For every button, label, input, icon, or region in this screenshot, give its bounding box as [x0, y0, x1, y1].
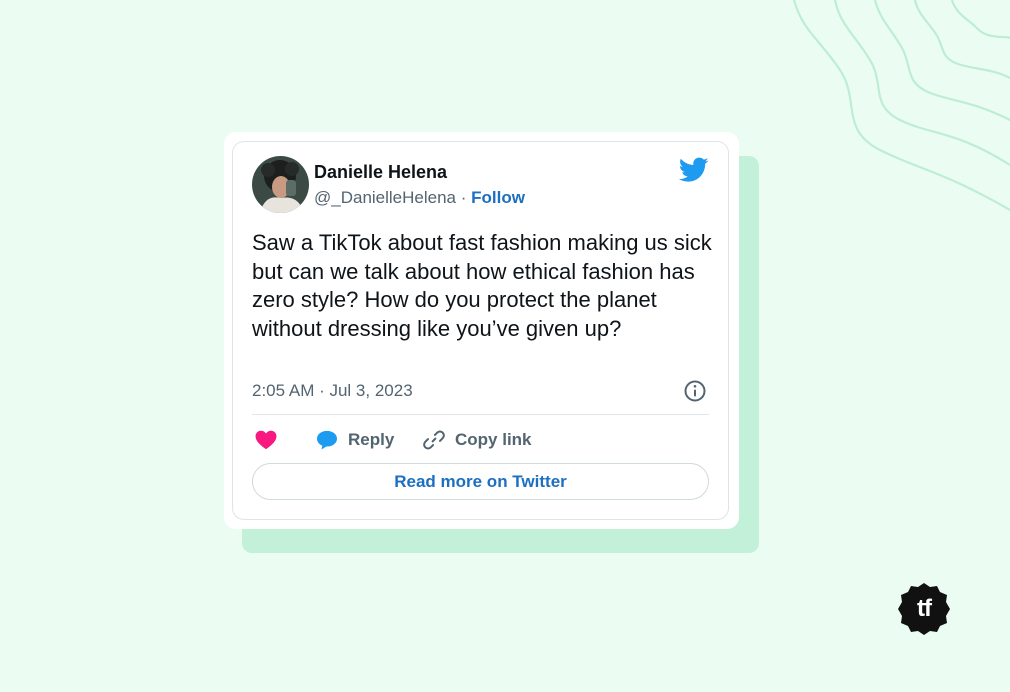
author-handle-row: @_DanielleHelena · Follow — [314, 188, 525, 208]
badge-text: tf — [917, 595, 932, 622]
reply-label: Reply — [348, 430, 395, 449]
divider — [252, 414, 709, 415]
copy-link-button[interactable]: Copy link — [423, 425, 532, 455]
author-handle[interactable]: @_DanielleHelena — [314, 188, 456, 207]
copy-link-label: Copy link — [455, 430, 532, 449]
avatar-photo-icon — [252, 156, 309, 213]
author-name[interactable]: Danielle Helena — [314, 162, 447, 183]
twitter-bird-icon[interactable] — [679, 157, 709, 183]
follow-link[interactable]: Follow — [471, 188, 525, 207]
tweet-timestamp[interactable]: 2:05 AM · Jul 3, 2023 — [252, 381, 413, 401]
separator-dot: · — [460, 188, 467, 207]
reply-button[interactable]: Reply — [316, 425, 394, 455]
heart-icon — [255, 430, 277, 450]
tweet-text: Saw a TikTok about fast fashion making u… — [252, 230, 712, 341]
tf-logo-badge[interactable]: tf — [897, 582, 951, 636]
like-button[interactable] — [255, 425, 277, 455]
tweet-embed: Danielle Helena @_DanielleHelena · Follo… — [232, 141, 729, 520]
link-icon — [423, 430, 445, 450]
decorative-waves — [792, 0, 1010, 212]
speech-bubble-icon — [317, 430, 337, 450]
info-icon[interactable] — [683, 379, 707, 403]
author-avatar[interactable] — [252, 156, 309, 213]
read-more-button[interactable]: Read more on Twitter — [252, 463, 709, 500]
